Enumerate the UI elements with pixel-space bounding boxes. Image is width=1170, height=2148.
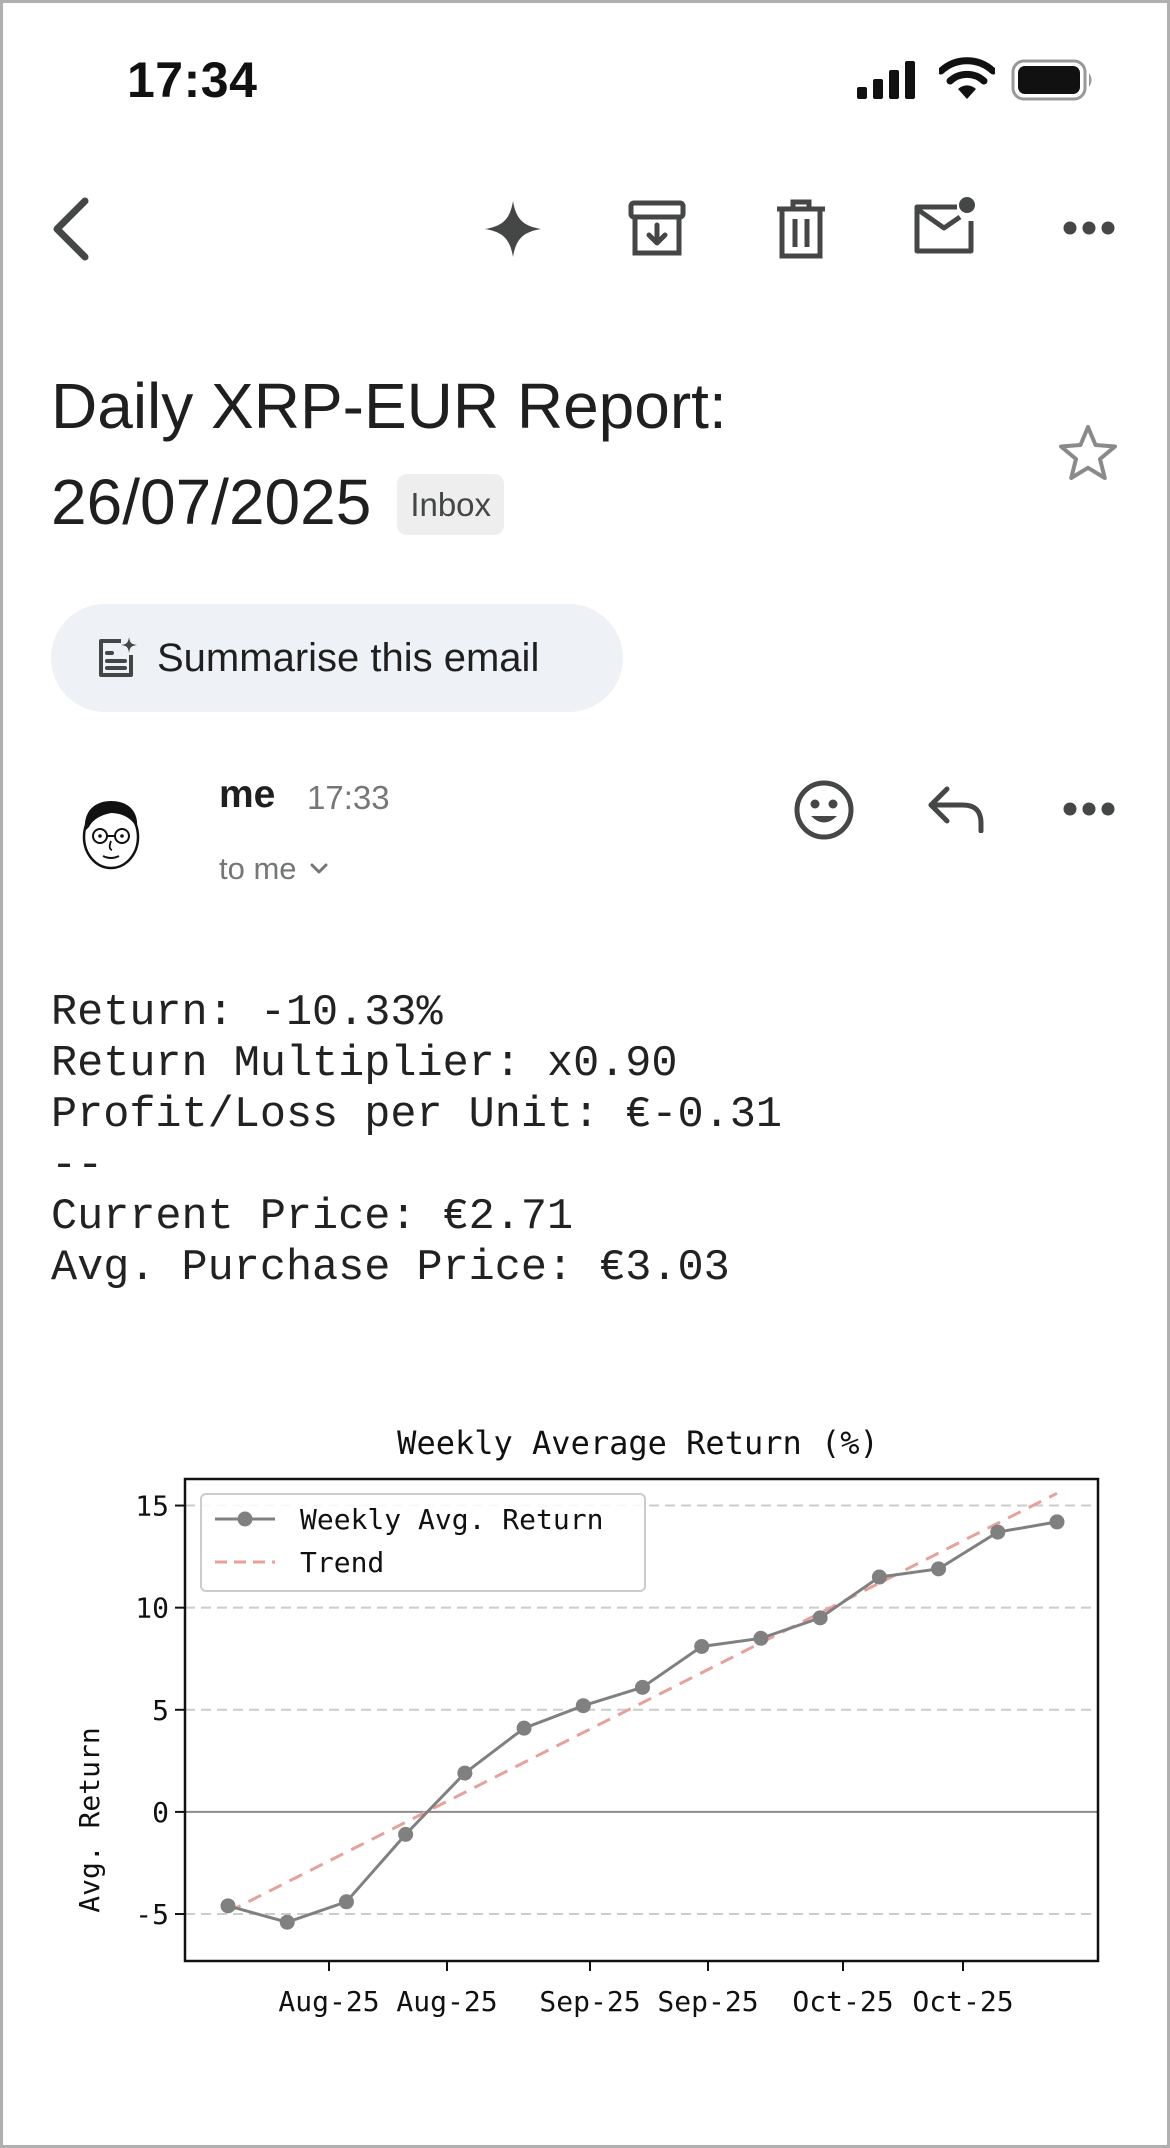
x-tick-label: Sep-25 xyxy=(657,1985,758,2018)
chart-title: Weekly Average Return (%) xyxy=(397,1424,879,1462)
avg-price-line: Avg. Purchase Price: €3.03 xyxy=(51,1244,730,1293)
back-arrow-icon[interactable] xyxy=(47,197,95,261)
current-price-line: Current Price: €2.71 xyxy=(51,1193,574,1242)
cellular-signal-icon xyxy=(857,61,915,99)
y-tick-label: -5 xyxy=(135,1898,169,1931)
battery-icon xyxy=(1011,59,1092,101)
x-tick-label: Oct-25 xyxy=(792,1985,893,2018)
more-options-icon[interactable] xyxy=(1063,219,1115,237)
chart-y-axis-label: Avg. Return xyxy=(73,1727,106,1912)
email-subject: Daily XRP-EUR Report: 26/07/2025 Inbox xyxy=(51,358,951,550)
x-tick-label: Oct-25 xyxy=(912,1985,1013,2018)
legend-series-marker xyxy=(237,1511,253,1527)
weekly-return-point xyxy=(635,1679,650,1695)
weekly-return-point xyxy=(812,1610,828,1626)
weekly-return-chart: Weekly Average Return (%) Avg. Return -5… xyxy=(73,1424,1100,2018)
summarise-email-button[interactable]: Summarise this email xyxy=(51,604,623,712)
weekly-return-point xyxy=(398,1826,414,1842)
weekly-return-point xyxy=(338,1894,354,1910)
weekly-return-point xyxy=(575,1698,591,1714)
legend-series-label: Weekly Avg. Return xyxy=(300,1503,603,1536)
avatar[interactable] xyxy=(71,793,151,873)
legend-trend-label: Trend xyxy=(300,1546,384,1579)
y-tick-label: 5 xyxy=(152,1694,169,1727)
sent-time: 17:33 xyxy=(307,779,390,816)
recipient-label: to me xyxy=(219,851,297,886)
pnl-line: Profit/Loss per Unit: €-0.31 xyxy=(51,1091,782,1140)
message-more-icon[interactable] xyxy=(1063,800,1115,818)
sparkle-icon[interactable] xyxy=(483,199,543,259)
x-tick-label: Aug-25 xyxy=(278,1985,379,2018)
x-tick-label: Aug-25 xyxy=(396,1985,497,2018)
weekly-return-point xyxy=(279,1914,295,1930)
weekly-return-point xyxy=(1049,1514,1065,1530)
x-tick-label: Sep-25 xyxy=(539,1985,640,2018)
trash-icon[interactable] xyxy=(771,197,831,261)
weekly-return-point xyxy=(931,1561,947,1577)
email-body: Return: -10.33% Return Multiplier: x0.90 P… xyxy=(51,988,782,1294)
wifi-icon xyxy=(939,57,995,99)
weekly-return-point xyxy=(694,1638,710,1654)
y-tick-label: 0 xyxy=(152,1796,169,1829)
mark-unread-icon[interactable] xyxy=(911,195,977,255)
weekly-return-point xyxy=(220,1898,236,1914)
weekly-return-point xyxy=(753,1630,769,1646)
sender-name[interactable]: me xyxy=(219,773,275,817)
subject-line-2: 26/07/2025 xyxy=(51,466,372,538)
emoji-reaction-icon[interactable] xyxy=(793,779,855,841)
y-tick-label: 15 xyxy=(135,1490,169,1523)
return-line: Return: -10.33% xyxy=(51,989,443,1038)
weekly-return-point xyxy=(871,1569,887,1585)
separator-line: -- xyxy=(51,1142,104,1191)
inbox-label-badge[interactable]: Inbox xyxy=(397,473,505,535)
weekly-return-point xyxy=(516,1720,532,1736)
chevron-down-icon xyxy=(310,863,328,874)
star-icon[interactable] xyxy=(1057,423,1119,483)
chart-legend: Weekly Avg. Return Trend xyxy=(200,1493,646,1592)
status-time: 17:34 xyxy=(127,52,258,108)
weekly-return-point xyxy=(457,1765,473,1781)
weekly-return-point xyxy=(990,1524,1006,1540)
recipient-details-toggle[interactable]: to me xyxy=(219,851,329,887)
archive-icon[interactable] xyxy=(627,199,687,259)
reply-icon[interactable] xyxy=(927,783,987,833)
multiplier-line: Return Multiplier: x0.90 xyxy=(51,1040,678,1089)
y-tick-label: 10 xyxy=(135,1592,169,1625)
subject-line-1: Daily XRP-EUR Report: xyxy=(51,370,727,442)
summary-sparkle-icon xyxy=(99,637,137,677)
summarise-label: Summarise this email xyxy=(157,635,540,680)
